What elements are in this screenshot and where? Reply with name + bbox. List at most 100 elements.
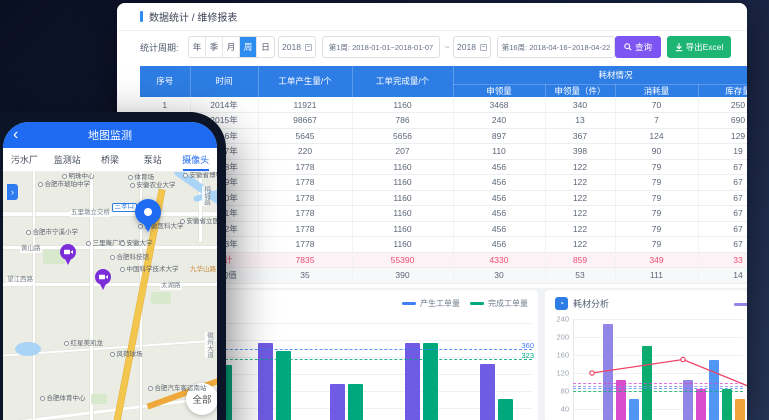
table-cell: 2014年 — [190, 97, 258, 113]
table-cell: 67 — [698, 206, 747, 222]
period-option-年[interactable]: 年 — [189, 37, 206, 57]
col-header-sub-2: 申领量（件） — [545, 84, 615, 97]
back-arrow-icon[interactable]: ‹ — [13, 122, 18, 148]
col-header-completed: 工单完成量/个 — [352, 66, 453, 97]
table-cell: 1160 — [352, 237, 453, 253]
query-button-label: 查询 — [635, 41, 652, 53]
table-cell: 349 — [615, 252, 698, 267]
table-cell: 1778 — [258, 221, 352, 237]
table-cell: 67 — [698, 221, 747, 237]
selected-location-pin[interactable] — [135, 199, 161, 235]
table-cell: 7 — [615, 113, 698, 129]
total-row: 合计783555390433085934933 — [140, 252, 747, 267]
table-cell: 1778 — [258, 206, 352, 222]
y-axis-tick-120: 120 — [549, 369, 569, 378]
breadcrumb[interactable]: 数据统计 / 维修报表 — [140, 3, 740, 30]
table-cell: 79 — [615, 175, 698, 191]
map-label: 红星美凯龙 — [64, 341, 103, 348]
table-cell: 1160 — [352, 159, 453, 175]
table-cell: 30 — [453, 267, 545, 283]
average-dashed-line — [573, 383, 743, 384]
map-expand-button[interactable]: › — [7, 184, 18, 200]
table-cell: 67 — [698, 159, 747, 175]
tab-监测站[interactable]: 监测站 — [46, 148, 89, 171]
poi-icon — [64, 341, 69, 346]
col-header-sub-3: 消耗量 — [615, 84, 698, 97]
table-cell: 14 — [698, 267, 747, 283]
table-row: 82021年177811604561227967 — [140, 206, 747, 222]
period-option-季[interactable]: 季 — [206, 37, 223, 57]
table-cell: 456 — [453, 221, 545, 237]
bar-完成工单量-5 — [498, 399, 513, 420]
table-cell: 122 — [545, 190, 615, 206]
period-option-周[interactable]: 周 — [240, 37, 257, 57]
table-cell: 7835 — [258, 252, 352, 267]
camera-pin-1[interactable] — [60, 244, 76, 266]
tab-桥梁[interactable]: 桥梁 — [89, 148, 132, 171]
table-cell: 1778 — [258, 237, 352, 253]
table-cell: 19 — [698, 144, 747, 160]
tab-泵站[interactable]: 泵站 — [131, 148, 174, 171]
query-button[interactable]: 查询 — [615, 36, 661, 58]
poi-icon — [130, 183, 135, 188]
table-cell: 786 — [352, 113, 453, 129]
camera-pin-tail — [65, 259, 71, 265]
bar-完成工单量-3 — [348, 384, 363, 420]
poi-icon — [86, 241, 91, 246]
table-cell: 367 — [545, 128, 615, 144]
table-cell: 456 — [453, 237, 545, 253]
poi-icon — [110, 352, 115, 357]
chart-gridline — [573, 337, 743, 338]
table-cell: 53 — [545, 267, 615, 283]
map-label: 合肥科技馆 — [110, 255, 149, 262]
breadcrumb-text: 数据统计 / 维修报表 — [149, 9, 237, 24]
camera-pin-2[interactable] — [95, 269, 111, 291]
period-option-日[interactable]: 日 — [257, 37, 274, 57]
end-week-field[interactable]: 第16周: 2018-04-16~2018-04-22 — [497, 36, 615, 58]
poi-icon — [183, 173, 188, 178]
y-axis-tick-80: 80 — [549, 387, 569, 396]
consumable-bar-g1-1 — [603, 324, 613, 420]
col-header-sub-1: 申领量 — [453, 84, 545, 97]
park-area — [151, 292, 171, 304]
start-year-select[interactable]: 2018 — [278, 36, 316, 58]
map-label: 黄山路 — [20, 246, 42, 253]
download-icon — [675, 43, 683, 52]
end-year-select[interactable]: 2018 — [453, 36, 491, 58]
table-cell: 390 — [352, 267, 453, 283]
table-cell: 67 — [698, 237, 747, 253]
table-cell: 220 — [258, 144, 352, 160]
map-label: 桐城路 — [202, 186, 209, 206]
selected-pin-dot — [144, 208, 152, 216]
bar-产生工单量-5 — [480, 364, 495, 420]
consumable-bar-g2-4 — [722, 389, 732, 420]
table-cell: 340 — [545, 97, 615, 113]
map-label: 五里墩立交桥 — [70, 210, 111, 217]
tab-摄像头[interactable]: 摄像头 — [174, 148, 217, 171]
y-axis-tick-200: 200 — [549, 333, 569, 342]
tab-污水厂[interactable]: 污水厂 — [3, 148, 46, 171]
period-segmented: 年季月周日 — [188, 36, 275, 58]
table-cell: 207 — [352, 144, 453, 160]
table-cell: 55390 — [352, 252, 453, 267]
map-label: 合肥体育中心 — [40, 396, 86, 403]
col-header-sub-4: 库存量 — [698, 84, 747, 97]
export-excel-button[interactable]: 导出Excel — [667, 36, 731, 58]
start-week-field[interactable]: 第1周: 2018-01-01~2018-01-07 — [322, 36, 440, 58]
consumable-bar-g2-3 — [709, 360, 719, 420]
camera-pin-tail — [100, 284, 106, 290]
period-option-月[interactable]: 月 — [223, 37, 240, 57]
table-cell: 122 — [545, 221, 615, 237]
table-cell: 11921 — [258, 97, 352, 113]
phone-tab-bar: 污水厂监测站桥梁泵站摄像头 — [3, 148, 217, 172]
poi-icon — [148, 386, 153, 391]
table-cell: 35 — [258, 267, 352, 283]
table-row: 62019年177811604561227967 — [140, 175, 747, 191]
end-week-value: 第16周: 2018-04-16~2018-04-22 — [502, 42, 611, 53]
map-label: 中国科学技术大学 — [120, 267, 179, 274]
bar-产生工单量-3 — [330, 384, 345, 420]
poi-icon — [38, 182, 43, 187]
table-row: 32016年56455656897367124129 — [140, 128, 747, 144]
table-cell: 456 — [453, 175, 545, 191]
map-view[interactable]: › 全部 明珠中心体育场安徽农业大学安徽省博物馆合肥市琥珀中学五里墩立交桥三孝口… — [3, 172, 217, 420]
